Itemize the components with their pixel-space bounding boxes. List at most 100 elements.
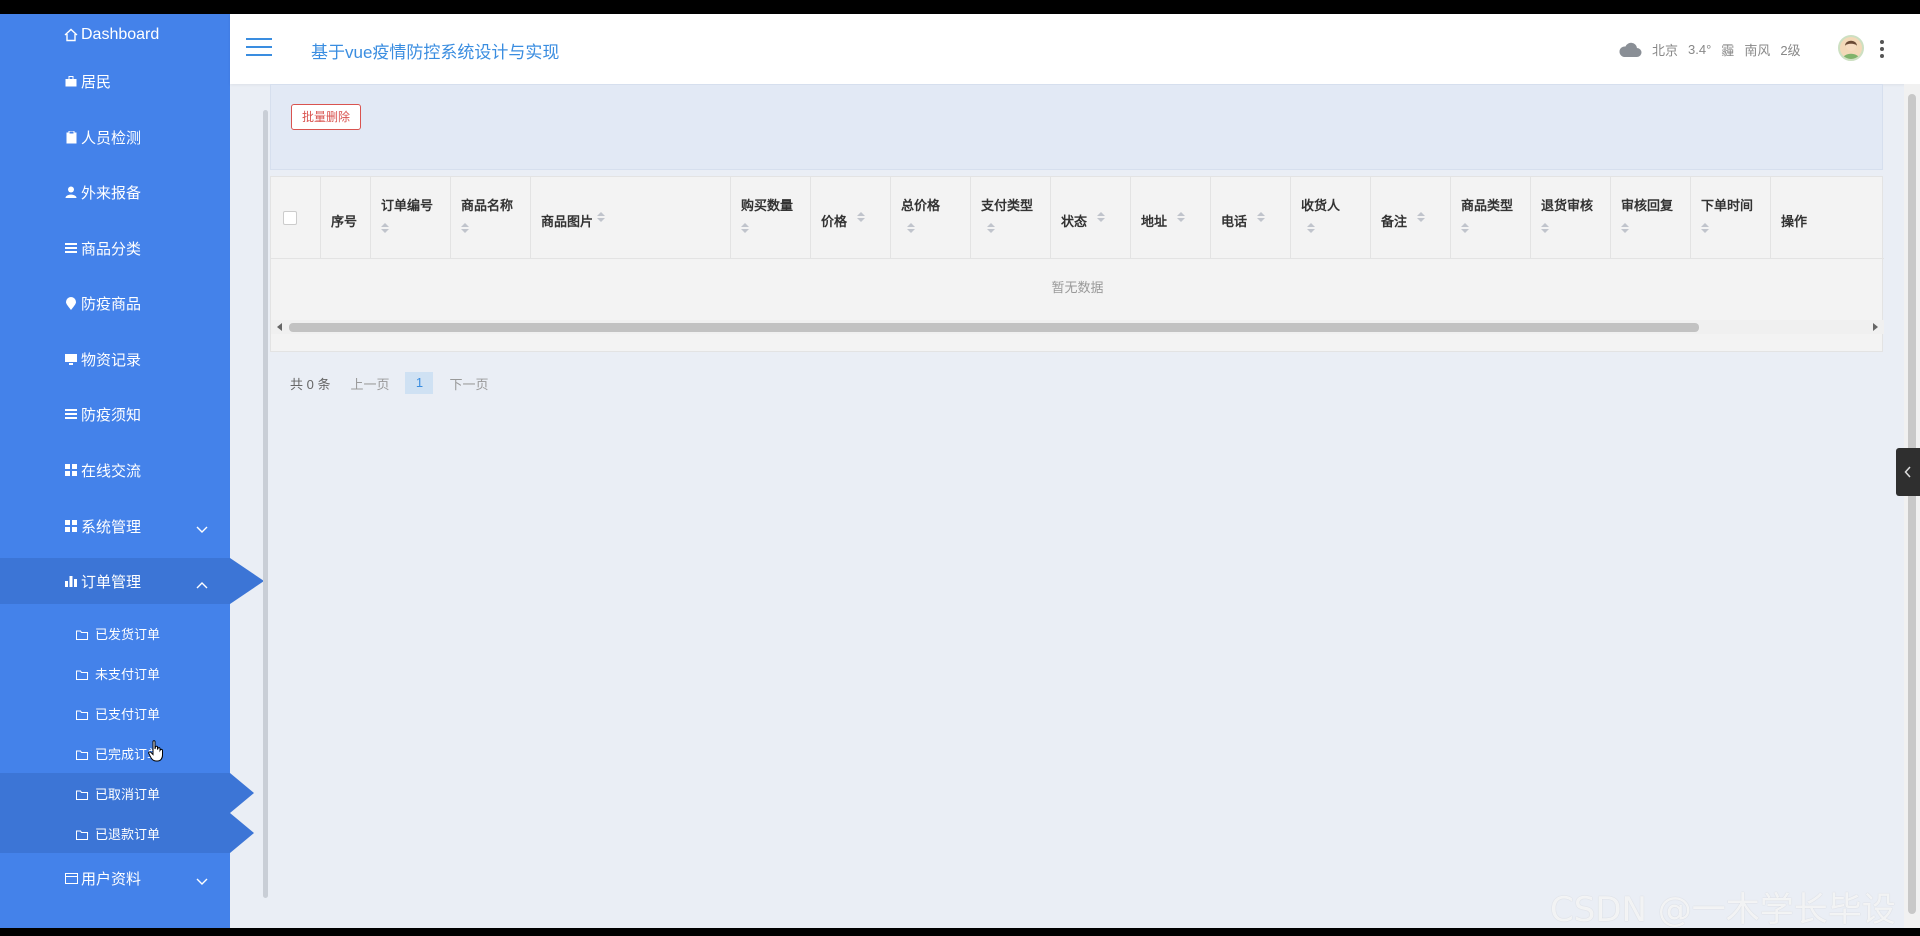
card-icon bbox=[64, 871, 78, 885]
clipboard-icon bbox=[64, 130, 78, 144]
active-pointer bbox=[230, 558, 264, 604]
column-header: 操作 bbox=[1781, 214, 1808, 229]
sort-icon[interactable] bbox=[741, 223, 749, 233]
watermark: CSDN @一木学长毕设 bbox=[1550, 890, 1896, 928]
folder-icon bbox=[76, 708, 88, 720]
sort-icon[interactable] bbox=[1701, 223, 1709, 233]
sort-icon[interactable] bbox=[1461, 223, 1469, 233]
sort-icon[interactable] bbox=[597, 212, 605, 222]
scroll-left-icon[interactable] bbox=[277, 323, 282, 331]
sidebar-item-label: 商品分类 bbox=[81, 240, 142, 258]
app-title: 基于vue疫情防控系统设计与实现 bbox=[311, 43, 560, 62]
column-header[interactable]: 备注 bbox=[1371, 177, 1451, 259]
hamburger-menu-icon[interactable] bbox=[246, 38, 272, 58]
horizontal-scrollbar[interactable] bbox=[271, 320, 1884, 334]
select-all-checkbox[interactable] bbox=[283, 211, 297, 225]
column-header[interactable]: 商品图片 bbox=[531, 177, 731, 259]
sidebar-item-label: 外来报备 bbox=[81, 184, 142, 202]
table-header-row: 序号 订单编号 商品名称 商品图片 购买数量 价格 总价格 支付类型 状态 地址… bbox=[271, 177, 1884, 259]
column-header[interactable]: 购买数量 bbox=[731, 177, 811, 259]
sort-icon[interactable] bbox=[1177, 212, 1185, 222]
sidebar-item-supply-records[interactable]: 物资记录 bbox=[0, 336, 230, 382]
column-header[interactable]: 退货审核 bbox=[1531, 177, 1611, 259]
sort-icon[interactable] bbox=[1417, 212, 1425, 222]
scroll-right-icon[interactable] bbox=[1873, 323, 1878, 331]
weather-wind-level: 2级 bbox=[1780, 43, 1801, 58]
folder-icon bbox=[76, 668, 88, 680]
folder-icon bbox=[76, 828, 88, 840]
top-header: 基于vue疫情防控系统设计与实现 北京 3.4° 霾 南风 2级 bbox=[230, 14, 1920, 84]
sidebar-item-label: 订单管理 bbox=[81, 573, 142, 591]
batch-delete-button[interactable]: 批量删除 bbox=[291, 104, 362, 130]
page-scrollbar[interactable] bbox=[1904, 84, 1920, 928]
hover-pointer bbox=[230, 813, 254, 853]
column-header[interactable]: 订单编号 bbox=[371, 177, 451, 259]
scrollbar-thumb[interactable] bbox=[289, 323, 1699, 332]
sidebar-item-label: 物资记录 bbox=[81, 351, 142, 369]
column-header[interactable]: 支付类型 bbox=[971, 177, 1051, 259]
sort-icon[interactable] bbox=[907, 223, 915, 233]
list-icon bbox=[64, 241, 78, 255]
column-header[interactable]: 序号 bbox=[321, 177, 371, 259]
scrollbar-thumb[interactable] bbox=[1908, 94, 1916, 914]
list-icon bbox=[64, 407, 78, 421]
app-screen: Dashboard 居民 人员检测 外来报备 商品分类 防疫商品 物资记录 防疫… bbox=[0, 14, 1920, 928]
weather-wind: 南风 bbox=[1744, 43, 1771, 58]
sidebar-item-online-chat[interactable]: 在线交流 bbox=[0, 447, 230, 493]
column-header[interactable]: 审核回复 bbox=[1611, 177, 1691, 259]
pagination: 共 0 条 上一页 1 下一页 bbox=[290, 372, 489, 394]
sidebar-item-label: 防疫商品 bbox=[81, 295, 142, 313]
sidebar-scrollbar[interactable] bbox=[263, 110, 268, 898]
column-header[interactable]: 下单时间 bbox=[1691, 177, 1771, 259]
chevron-down-icon bbox=[196, 873, 208, 885]
sidebar-item-label: 防疫须知 bbox=[81, 406, 142, 424]
sort-icon[interactable] bbox=[1257, 212, 1265, 222]
sidebar-item-goods-category[interactable]: 商品分类 bbox=[0, 225, 230, 271]
column-header[interactable]: 商品名称 bbox=[451, 177, 531, 259]
sidebar-item-notice[interactable]: 防疫须知 bbox=[0, 391, 230, 437]
sidebar-item-user-profile[interactable]: 用户资料 bbox=[0, 855, 230, 901]
column-header[interactable]: 总价格 bbox=[891, 177, 971, 259]
sidebar-item-epidemic-goods[interactable]: 防疫商品 bbox=[0, 280, 230, 326]
sidebar-item-detection[interactable]: 人员检测 bbox=[0, 114, 230, 160]
avatar[interactable] bbox=[1838, 35, 1864, 61]
column-header[interactable]: 收货人 bbox=[1291, 177, 1371, 259]
submenu-item-refunded-orders[interactable]: 已退款订单 bbox=[0, 813, 254, 853]
submenu-item-shipped-orders[interactable]: 已发货订单 bbox=[0, 613, 230, 653]
column-header[interactable]: 价格 bbox=[811, 177, 891, 259]
sort-icon[interactable] bbox=[381, 223, 389, 233]
more-options-icon[interactable] bbox=[1879, 40, 1885, 58]
sidebar-item-order-management[interactable]: 订单管理 bbox=[0, 558, 264, 604]
sort-icon[interactable] bbox=[987, 223, 995, 233]
sort-icon[interactable] bbox=[1097, 212, 1105, 222]
page-number-button[interactable]: 1 bbox=[405, 372, 434, 394]
submenu-item-label: 已取消订单 bbox=[95, 786, 161, 802]
bar-chart-icon bbox=[64, 574, 78, 588]
sort-icon[interactable] bbox=[461, 223, 469, 233]
next-page-button[interactable]: 下一页 bbox=[449, 374, 488, 393]
sidebar-item-visitor-report[interactable]: 外来报备 bbox=[0, 169, 230, 215]
sidebar-item-residents[interactable]: 居民 bbox=[0, 58, 230, 104]
sidebar-item-dashboard[interactable]: Dashboard bbox=[0, 14, 230, 58]
map-pin-icon bbox=[64, 296, 78, 310]
column-header[interactable]: 商品类型 bbox=[1451, 177, 1531, 259]
submenu-item-unpaid-orders[interactable]: 未支付订单 bbox=[0, 653, 230, 693]
sidebar-item-label: 居民 bbox=[81, 73, 112, 91]
prev-page-button[interactable]: 上一页 bbox=[350, 374, 389, 393]
sidebar-item-system-management[interactable]: 系统管理 bbox=[0, 503, 230, 549]
column-header[interactable]: 地址 bbox=[1131, 177, 1211, 259]
submenu-item-completed-orders[interactable]: 已完成订单 bbox=[0, 733, 230, 773]
sort-icon[interactable] bbox=[857, 212, 865, 222]
column-header[interactable]: 状态 bbox=[1051, 177, 1131, 259]
toolbar-panel: 批量删除 bbox=[270, 84, 1883, 170]
sort-icon[interactable] bbox=[1541, 223, 1549, 233]
sort-icon[interactable] bbox=[1621, 223, 1629, 233]
cloud-icon bbox=[1619, 42, 1642, 57]
side-panel-toggle-button[interactable] bbox=[1896, 448, 1920, 496]
submenu-item-paid-orders[interactable]: 已支付订单 bbox=[0, 693, 230, 733]
folder-icon bbox=[76, 748, 88, 760]
column-header[interactable]: 电话 bbox=[1211, 177, 1291, 259]
submenu-item-cancelled-orders[interactable]: 已取消订单 bbox=[0, 773, 254, 813]
pagination-total: 共 0 条 bbox=[290, 376, 331, 392]
sort-icon[interactable] bbox=[1307, 223, 1315, 233]
